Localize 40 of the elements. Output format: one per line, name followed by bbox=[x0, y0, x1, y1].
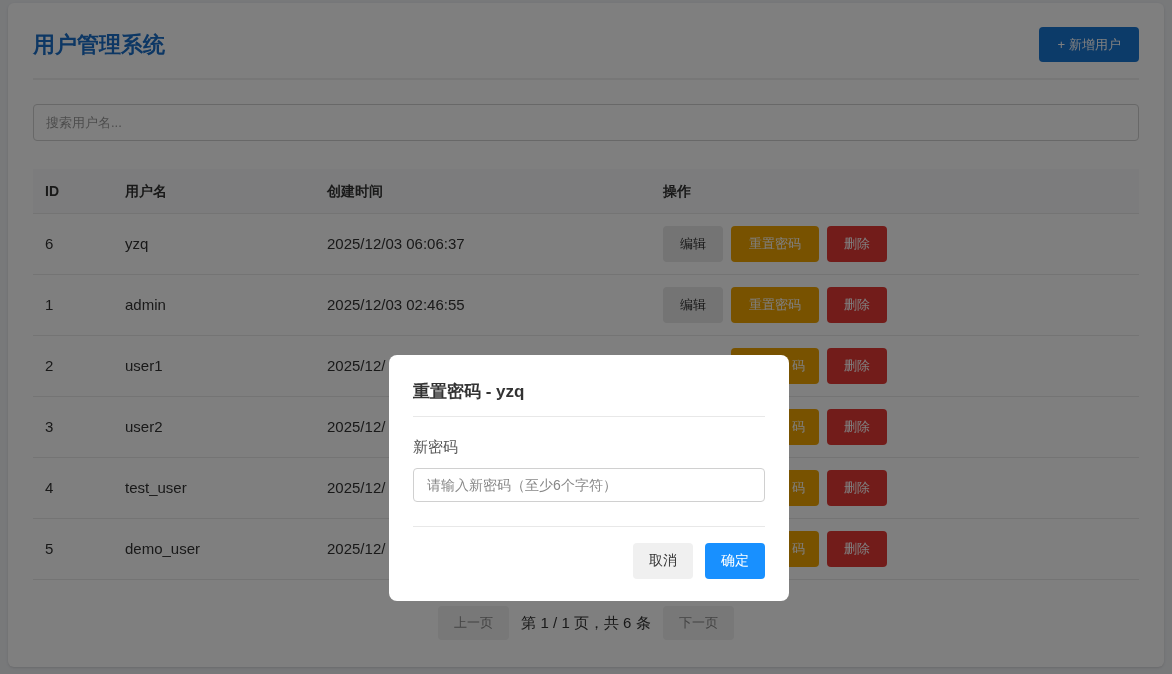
edit-button[interactable]: 编辑 bbox=[663, 226, 723, 262]
table-cell: 2 bbox=[45, 356, 54, 374]
page-info: 第 1 / 1 页，共 6 条 bbox=[521, 612, 651, 633]
table-cell: admin bbox=[125, 295, 166, 313]
table-cell: demo_user bbox=[125, 539, 201, 557]
table-cell: 3 bbox=[45, 417, 54, 435]
edit-button[interactable]: 编辑 bbox=[663, 287, 723, 323]
table-cell: 2025/12/ bbox=[327, 539, 386, 557]
reset-password-button[interactable]: 重置密码 bbox=[731, 226, 819, 262]
field-label: 新密码 bbox=[413, 437, 459, 457]
table-cell: 2025/12/03 06:06:37 bbox=[327, 234, 465, 252]
table-cell: 2025/12/ bbox=[327, 356, 386, 374]
reset-password-button[interactable]: 重置密码 bbox=[731, 287, 819, 323]
delete-button[interactable]: 删除 bbox=[827, 348, 887, 384]
delete-button[interactable]: 删除 bbox=[827, 470, 887, 506]
confirm-button[interactable]: 确定 bbox=[705, 542, 765, 579]
delete-button[interactable]: 删除 bbox=[827, 409, 887, 445]
table-cell: 2025/12/ bbox=[327, 417, 386, 435]
table-cell: yzq bbox=[125, 234, 149, 252]
table-cell: 5 bbox=[45, 539, 54, 557]
delete-button[interactable]: 删除 bbox=[827, 531, 887, 567]
add-user-button[interactable]: + 新增用户 bbox=[1039, 27, 1139, 62]
table-cell: 2025/12/03 02:46:55 bbox=[327, 295, 465, 313]
delete-button[interactable]: 删除 bbox=[827, 287, 887, 323]
table-cell: test_user bbox=[125, 478, 187, 496]
table-cell: user1 bbox=[125, 356, 163, 374]
cancel-button[interactable]: 取消 bbox=[633, 542, 693, 579]
column-header: 创建时间 bbox=[327, 182, 383, 199]
table-cell: 1 bbox=[45, 295, 54, 313]
page-title: 用户管理系统 bbox=[33, 31, 165, 59]
table-cell: 4 bbox=[45, 478, 54, 496]
column-header: ID bbox=[45, 182, 59, 199]
column-header: 操作 bbox=[663, 182, 691, 199]
column-header: 用户名 bbox=[125, 182, 167, 199]
table-cell: 6 bbox=[45, 234, 54, 252]
delete-button[interactable]: 删除 bbox=[827, 226, 887, 262]
table-cell: user2 bbox=[125, 417, 163, 435]
dialog-title: 重置密码 - yzq bbox=[413, 380, 525, 403]
password-field[interactable]: 请输入新密码（至少6个字符） bbox=[413, 467, 765, 502]
table-cell: 2025/12/ bbox=[327, 478, 386, 496]
